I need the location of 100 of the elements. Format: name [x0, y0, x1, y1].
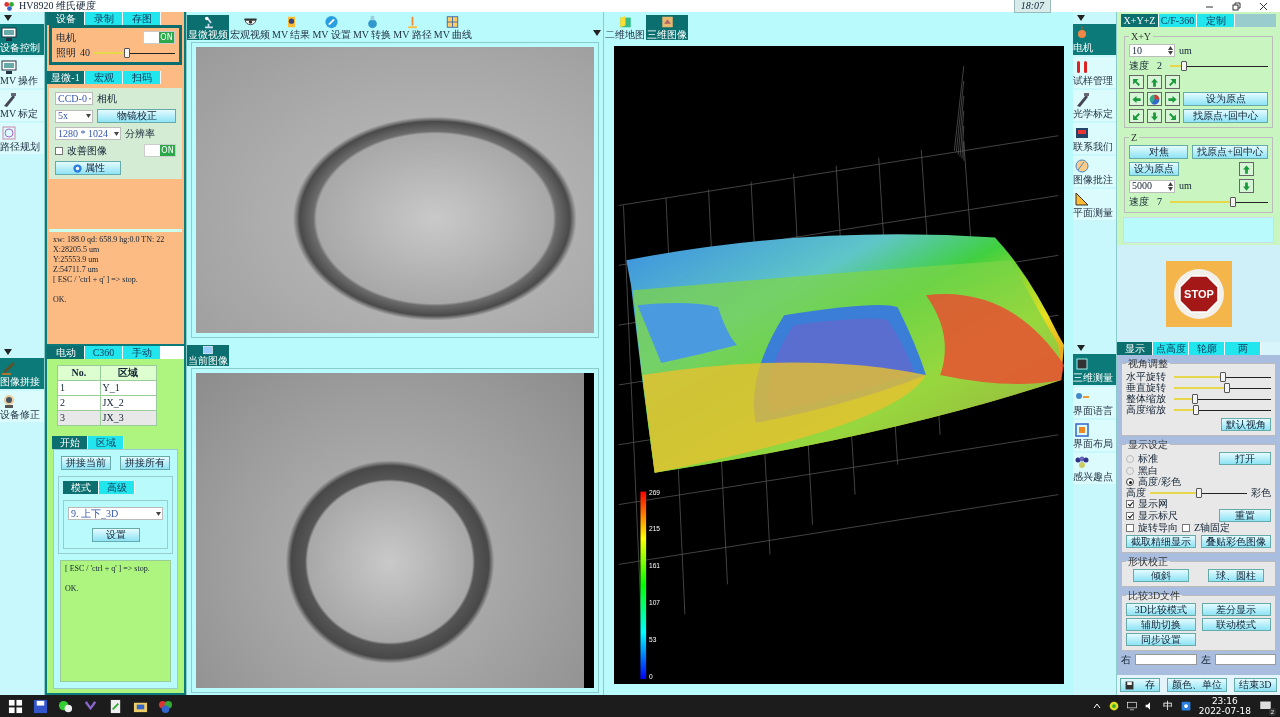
nav-item[interactable]: 光学标定: [1073, 90, 1116, 121]
button[interactable]: 拼接当前: [60, 456, 111, 470]
button[interactable]: 叠贴彩色图像: [1201, 535, 1271, 548]
checkbox[interactable]: [1126, 499, 1134, 508]
arrow-button[interactable]: [1239, 179, 1254, 193]
arrow-button[interactable]: [1165, 75, 1180, 89]
arrow-button[interactable]: [1147, 75, 1162, 89]
nav-item[interactable]: 界面语言: [1073, 387, 1116, 418]
button[interactable]: 属性: [55, 161, 121, 175]
button[interactable]: 设为原点: [1183, 92, 1268, 106]
checkbox[interactable]: [55, 146, 63, 155]
checkbox[interactable]: [1126, 523, 1134, 532]
tab[interactable]: 设备: [47, 12, 85, 25]
button[interactable]: 设为原点: [1129, 162, 1179, 176]
nav-item[interactable]: 路径规划: [0, 123, 44, 154]
input-method-indicator[interactable]: 中: [1162, 700, 1173, 712]
text-field[interactable]: [1214, 654, 1276, 665]
nav-item[interactable]: MV 操作: [0, 57, 44, 88]
tab[interactable]: 录制: [85, 12, 123, 25]
tab[interactable]: 扫码: [123, 71, 161, 84]
tab[interactable]: 区域: [88, 436, 124, 449]
button[interactable]: 拼接所有: [120, 456, 171, 470]
tab[interactable]: 二维地图: [604, 15, 646, 40]
tab[interactable]: 高级: [99, 481, 135, 494]
nav-item[interactable]: 界面布局: [1073, 420, 1116, 451]
checkbox[interactable]: [1182, 523, 1190, 532]
text-field[interactable]: [1135, 654, 1197, 665]
arrow-button[interactable]: [1129, 109, 1144, 123]
nav-item[interactable]: 图像批注: [1073, 156, 1116, 187]
slider-thumb[interactable]: [1181, 61, 1188, 71]
tab[interactable]: 两: [1225, 342, 1261, 355]
button[interactable]: 差分显示: [1201, 603, 1271, 616]
slider-thumb[interactable]: [1195, 487, 1202, 498]
nav-item[interactable]: 试样管理: [1073, 57, 1116, 88]
button[interactable]: 存: [1120, 678, 1161, 692]
button[interactable]: 3D比较模式: [1126, 603, 1196, 616]
slider-thumb[interactable]: [124, 48, 130, 58]
tab[interactable]: 显示: [1117, 342, 1153, 355]
dropdown[interactable]: 5x: [55, 109, 93, 123]
stop-button[interactable]: STOP: [1165, 260, 1232, 327]
slider-thumb[interactable]: [1219, 371, 1226, 382]
slider-thumb[interactable]: [1229, 197, 1236, 207]
spin-field[interactable]: 5000: [1129, 179, 1175, 193]
tab[interactable]: C/F-360: [1159, 14, 1197, 27]
table-row[interactable]: 3 JX_3: [57, 410, 157, 426]
button[interactable]: 颜色、单位: [1167, 678, 1228, 692]
tab[interactable]: 手动: [123, 346, 161, 359]
toolbar-button[interactable]: MV 设置: [311, 15, 352, 40]
button[interactable]: 结束3D: [1234, 678, 1277, 692]
toolbar-button[interactable]: MV 曲线: [432, 15, 474, 40]
spin-field[interactable]: 10: [1129, 44, 1175, 57]
table-row[interactable]: 1 Y_1: [57, 380, 157, 396]
arrow-button[interactable]: [1239, 162, 1254, 176]
button[interactable]: 倾斜: [1133, 569, 1190, 582]
arrow-button[interactable]: [1147, 109, 1162, 123]
button[interactable]: 辅助切换: [1126, 618, 1196, 631]
button[interactable]: 重置: [1219, 509, 1271, 522]
tab[interactable]: 开始: [52, 436, 88, 449]
button[interactable]: 物镜校正: [97, 109, 176, 123]
arrow-button[interactable]: [1129, 92, 1144, 106]
button[interactable]: 同步设置: [1126, 633, 1196, 646]
toolbar-button[interactable]: MV 路径: [392, 15, 433, 40]
tab[interactable]: C360: [85, 346, 123, 359]
table-row[interactable]: 2 JX_2: [57, 395, 157, 411]
button[interactable]: 联动模式: [1201, 618, 1271, 631]
tab[interactable]: 模式: [63, 481, 99, 494]
toolbar-button[interactable]: MV 结果: [271, 15, 312, 40]
tab[interactable]: 电动: [47, 346, 85, 359]
tab[interactable]: 点高度: [1153, 342, 1189, 355]
dropdown[interactable]: CCD-0: [55, 92, 93, 105]
nav-item[interactable]: MV 标定: [0, 90, 44, 121]
dropdown[interactable]: 9. 上下_3D: [68, 507, 163, 520]
slider-thumb[interactable]: [1224, 382, 1231, 393]
button[interactable]: 截取精细显示: [1126, 535, 1196, 548]
arrow-button[interactable]: [1165, 109, 1180, 123]
tab[interactable]: 轮廓: [1189, 342, 1225, 355]
home-button[interactable]: [1147, 92, 1162, 106]
tab[interactable]: 定制: [1197, 14, 1235, 27]
toolbar-button[interactable]: 宏观视频: [229, 15, 271, 40]
button[interactable]: 默认视角: [1221, 418, 1271, 431]
arrow-button[interactable]: [1129, 75, 1144, 89]
nav-item[interactable]: 设备控制: [0, 24, 44, 55]
nav-item[interactable]: 三维测量: [1073, 354, 1116, 385]
button[interactable]: 球、圆柱: [1207, 569, 1264, 582]
tab[interactable]: X+Y+Z: [1121, 14, 1159, 27]
checkbox[interactable]: [1126, 511, 1134, 520]
nav-item[interactable]: 感兴趣点: [1073, 453, 1116, 484]
tab[interactable]: 宏观: [85, 71, 123, 84]
button[interactable]: 对焦: [1129, 145, 1189, 159]
slider-thumb[interactable]: [1193, 404, 1200, 415]
tab[interactable]: 显微-1: [47, 71, 85, 84]
button[interactable]: 找原点+回中心: [1192, 145, 1268, 159]
nav-item[interactable]: 图像拼接: [0, 358, 44, 389]
nav-item[interactable]: 设备修正: [0, 391, 44, 422]
nav-item[interactable]: 平面测量: [1073, 189, 1116, 220]
button[interactable]: 找原点+回中心: [1183, 109, 1268, 123]
slider-thumb[interactable]: [1192, 393, 1199, 404]
button[interactable]: 打开: [1219, 452, 1271, 465]
toolbar-button[interactable]: MV 转换: [351, 15, 393, 40]
tab[interactable]: 当前图像: [187, 345, 229, 366]
